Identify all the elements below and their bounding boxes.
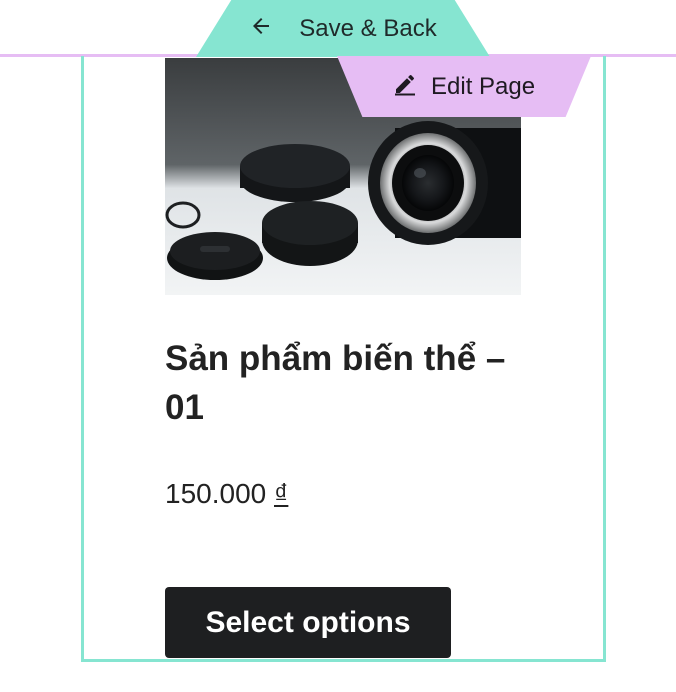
product-price: 150.000 ₫: [165, 478, 288, 510]
edit-page-button[interactable]: Edit Page: [337, 56, 591, 117]
price-amount: 150.000: [165, 478, 267, 509]
select-options-button[interactable]: Select options: [165, 587, 451, 658]
pencil-icon: [393, 72, 417, 101]
edit-page-label: Edit Page: [431, 72, 536, 100]
save-back-label: Save & Back: [299, 14, 437, 42]
price-currency: ₫: [274, 478, 289, 509]
save-back-button[interactable]: Save & Back: [196, 0, 490, 57]
product-title[interactable]: Sản phẩm biến thể – 01: [165, 334, 525, 432]
arrow-left-icon: [249, 14, 273, 43]
